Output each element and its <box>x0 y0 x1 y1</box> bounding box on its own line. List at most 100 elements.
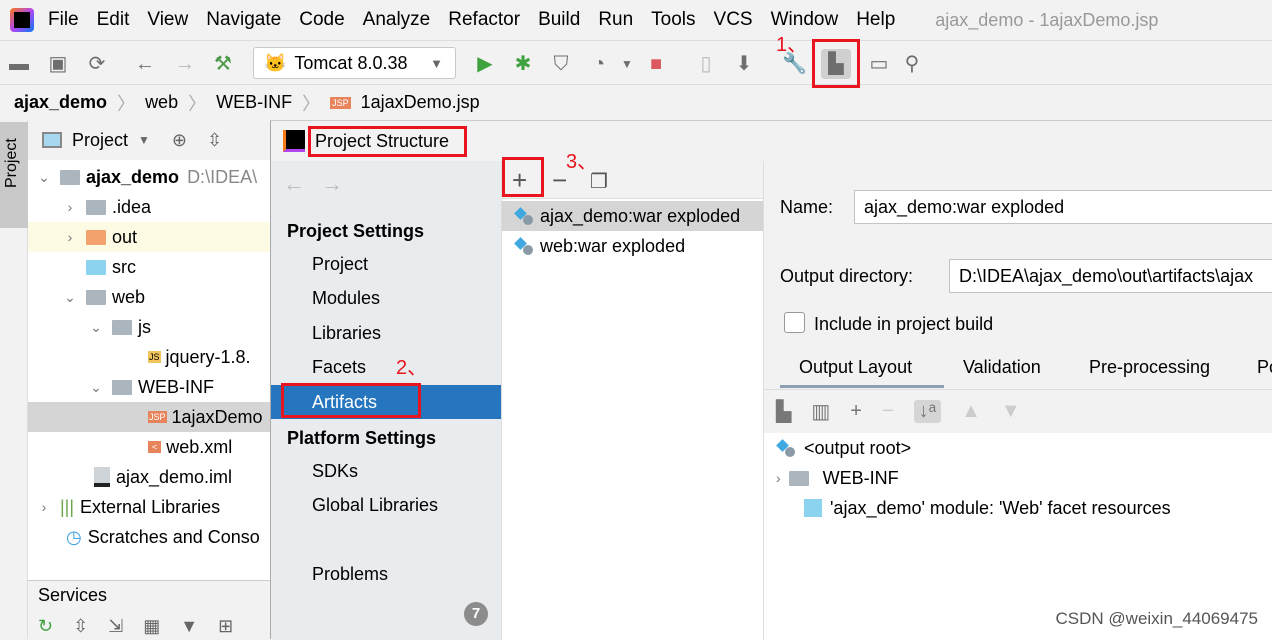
watermark: CSDN @weixin_44069475 <box>1055 609 1258 628</box>
project-panel-header: Project ▼ ⊕ ⇳ <box>28 120 280 160</box>
nav-project[interactable]: Project <box>271 247 501 281</box>
run-config-label: Tomcat 8.0.38 <box>294 52 408 73</box>
device-icon[interactable]: ▯ <box>695 53 717 75</box>
artifact-item[interactable]: ajax_demo:war exploded <box>502 201 764 231</box>
layout-item-webinf[interactable]: › WEB-INF <box>776 463 899 493</box>
menu-build[interactable]: Build <box>538 9 580 31</box>
filter-icon[interactable]: ▼ <box>180 616 198 637</box>
sort-alpha-icon[interactable]: ↓ᵃ <box>913 400 942 423</box>
menu-view[interactable]: View <box>147 9 188 31</box>
tab-output-layout[interactable]: Output Layout <box>799 357 912 378</box>
save-icon[interactable]: ▣ <box>47 53 69 75</box>
sync-icon[interactable]: ⟳ <box>86 53 108 75</box>
expand-icon[interactable]: ⇳ <box>73 616 88 637</box>
tab-post-processing[interactable]: Po <box>1257 357 1272 378</box>
chevron-down-icon[interactable]: ▼ <box>138 133 150 147</box>
menu-vcs[interactable]: VCS <box>714 9 753 31</box>
artifact-label: web:war exploded <box>540 235 686 256</box>
add-service-icon[interactable]: ⊞ <box>218 616 233 637</box>
tree-item-src[interactable]: src <box>28 252 280 282</box>
tree-label: web <box>112 286 146 307</box>
refresh-icon[interactable]: ↻ <box>38 616 53 637</box>
name-input[interactable]: ajax_demo:war exploded <box>854 190 1272 224</box>
tree-item-iml[interactable]: ajax_demo.iml <box>28 462 280 492</box>
tree-item-webxml[interactable]: < web.xml <box>28 432 280 462</box>
web-folder-icon <box>86 289 106 305</box>
project-tool-tab[interactable]: Project <box>0 122 28 228</box>
tree-item-webinf[interactable]: ⌄ WEB-INF <box>28 372 280 402</box>
open-folder-icon[interactable]: ▬ <box>8 53 30 75</box>
nav-modules[interactable]: Modules <box>271 281 501 315</box>
run-configuration-select[interactable]: 🐱 Tomcat 8.0.38 ▼ <box>253 47 456 79</box>
archive-icon[interactable]: ▥ <box>811 399 830 424</box>
nav-global-libraries[interactable]: Global Libraries <box>271 488 501 522</box>
run-icon[interactable]: ▶ <box>474 53 496 75</box>
tree-item-ajax-demo[interactable]: ⌄ ajax_demo D:\IDEA\ <box>28 162 280 192</box>
tab-pre-processing[interactable]: Pre-processing <box>1089 357 1210 378</box>
tree-item-1ajaxdemo[interactable]: JSP 1ajaxDemo <box>28 402 280 432</box>
group-icon[interactable]: ▦ <box>143 616 160 637</box>
menu-run[interactable]: Run <box>598 9 633 31</box>
output-directory-input[interactable]: D:\IDEA\ajax_demo\out\artifacts\ajax <box>949 259 1272 293</box>
tree-item-out[interactable]: › out <box>28 222 280 252</box>
nav-sdks[interactable]: SDKs <box>271 454 501 488</box>
breadcrumb-project[interactable]: ajax_demo <box>14 92 107 113</box>
breadcrumb-file[interactable]: 1ajaxDemo.jsp <box>361 92 480 113</box>
build-hammer-icon[interactable]: ⚒ <box>212 53 234 75</box>
tab-validation[interactable]: Validation <box>963 357 1041 378</box>
annotation-step-3: 3、 <box>566 151 598 173</box>
stop-icon[interactable]: ■ <box>645 53 667 75</box>
breadcrumb-web[interactable]: web <box>145 92 178 113</box>
debug-icon[interactable]: ✱ <box>512 53 534 75</box>
more-run-chevron-icon[interactable]: ▼ <box>616 53 638 75</box>
back-icon[interactable]: ← <box>134 53 156 75</box>
services-title: Services <box>38 585 108 605</box>
add-copy-icon[interactable]: + <box>850 400 862 423</box>
tree-item-web[interactable]: ⌄ web <box>28 282 280 312</box>
tree-item-scratches[interactable]: ◷ Scratches and Conso <box>28 522 280 552</box>
nav-libraries[interactable]: Libraries <box>271 316 501 350</box>
project-tool-tab-label: Project <box>3 138 20 188</box>
back-icon[interactable]: ← <box>283 171 305 197</box>
menu-code[interactable]: Code <box>299 9 344 31</box>
tree-item-jquery[interactable]: JS jquery-1.8. <box>28 342 280 372</box>
breadcrumb-webinf[interactable]: WEB-INF <box>216 92 292 113</box>
new-directory-icon[interactable]: ▙ <box>776 399 791 424</box>
tree-item-idea[interactable]: › .idea <box>28 192 280 222</box>
tree-label: 1ajaxDemo <box>171 406 263 427</box>
coverage-icon[interactable]: ⛉ <box>550 53 572 75</box>
menu-help[interactable]: Help <box>856 9 895 31</box>
expand-all-icon[interactable]: ⇳ <box>207 130 222 151</box>
nav-problems[interactable]: Problems <box>271 557 501 591</box>
remove-icon[interactable]: − <box>882 400 894 423</box>
include-in-build-checkbox[interactable] <box>784 312 805 333</box>
menu-tools[interactable]: Tools <box>651 9 695 31</box>
run-window-icon[interactable]: ▭ <box>868 53 890 75</box>
locate-icon[interactable]: ⊕ <box>172 130 187 151</box>
nav-facets[interactable]: Facets <box>271 350 501 384</box>
module-folder-icon <box>60 169 80 185</box>
tree-item-external-libraries[interactable]: › ||| External Libraries <box>28 492 280 522</box>
menu-navigate[interactable]: Navigate <box>206 9 281 31</box>
name-label: Name: <box>780 197 834 217</box>
tree-item-js[interactable]: ⌄ js <box>28 312 280 342</box>
intellij-logo-icon <box>10 8 34 32</box>
menu-file[interactable]: File <box>48 9 79 31</box>
profile-icon[interactable]: ◔ <box>588 53 610 75</box>
menu-refactor[interactable]: Refactor <box>448 9 520 31</box>
move-up-icon[interactable]: ▲ <box>961 400 981 423</box>
forward-icon[interactable]: → <box>321 171 343 197</box>
move-down-icon[interactable]: ▼ <box>1001 400 1021 423</box>
collapse-icon[interactable]: ⇲ <box>108 616 123 637</box>
forward-icon[interactable]: → <box>174 53 196 75</box>
menu-edit[interactable]: Edit <box>97 9 130 31</box>
remove-artifact-button[interactable]: − <box>552 165 567 196</box>
layout-item-output-root[interactable]: <output root> <box>776 433 911 463</box>
project-view-select[interactable]: Project <box>72 130 128 151</box>
deploy-icon[interactable]: ⬇ <box>733 53 755 75</box>
search-icon[interactable]: ⚲ <box>901 53 923 75</box>
menu-analyze[interactable]: Analyze <box>363 9 431 31</box>
artifact-item[interactable]: web:war exploded <box>502 231 764 261</box>
layout-item-facet-resources[interactable]: 'ajax_demo' module: 'Web' facet resource… <box>804 493 1171 523</box>
chevron-right-icon[interactable]: › <box>776 470 781 486</box>
